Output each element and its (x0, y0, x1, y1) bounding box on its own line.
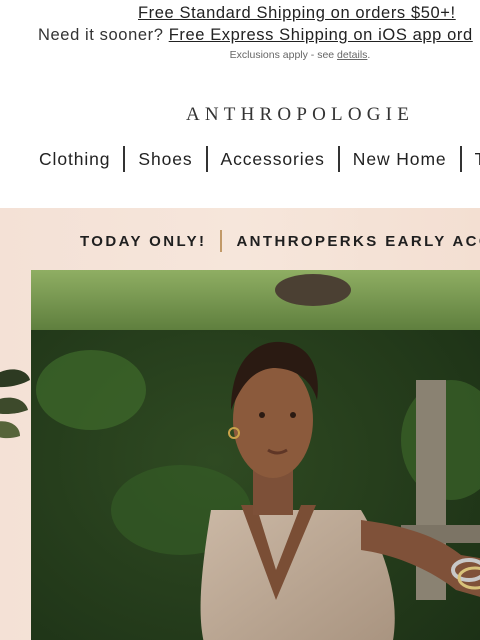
banner-today-only: TODAY ONLY! (80, 232, 207, 250)
nav-item-new-home[interactable]: New Home (340, 149, 460, 170)
exclusions-suffix: . (367, 49, 371, 61)
express-shipping-link[interactable]: Free Express Shipping on iOS app ord (169, 26, 473, 44)
exclusions-prefix: Exclusions apply - see (229, 49, 338, 61)
banner-divider (220, 230, 223, 252)
main-nav: Clothing Shoes Accessories New Home T (26, 146, 480, 172)
promo-banner: TODAY ONLY! ANTHROPERKS EARLY ACC (80, 230, 480, 252)
banner-anthroperks: ANTHROPERKS EARLY ACC (236, 232, 480, 250)
exclusions-details-link[interactable]: details (337, 49, 367, 61)
nav-item-clothing[interactable]: Clothing (26, 149, 123, 170)
exclusions-note: Exclusions apply - see details. (0, 49, 480, 61)
hero-photo[interactable] (31, 270, 480, 640)
nav-item-truncated[interactable]: T (462, 149, 480, 170)
express-shipping-prefix: Need it sooner? (38, 26, 169, 44)
nav-item-accessories[interactable]: Accessories (208, 149, 338, 170)
leaf-decoration (0, 369, 30, 439)
standard-shipping-link[interactable]: Free Standard Shipping on orders $50+! (138, 4, 456, 22)
nav-item-shoes[interactable]: Shoes (125, 149, 205, 170)
site-logo[interactable]: ANTHROPOLOGIE (0, 104, 480, 126)
promo-express-shipping: Need it sooner? Free Express Shipping on… (38, 26, 473, 45)
hero-banner[interactable]: TODAY ONLY! ANTHROPERKS EARLY ACC (0, 208, 480, 640)
promo-standard-shipping: Free Standard Shipping on orders $50+! (138, 4, 456, 23)
